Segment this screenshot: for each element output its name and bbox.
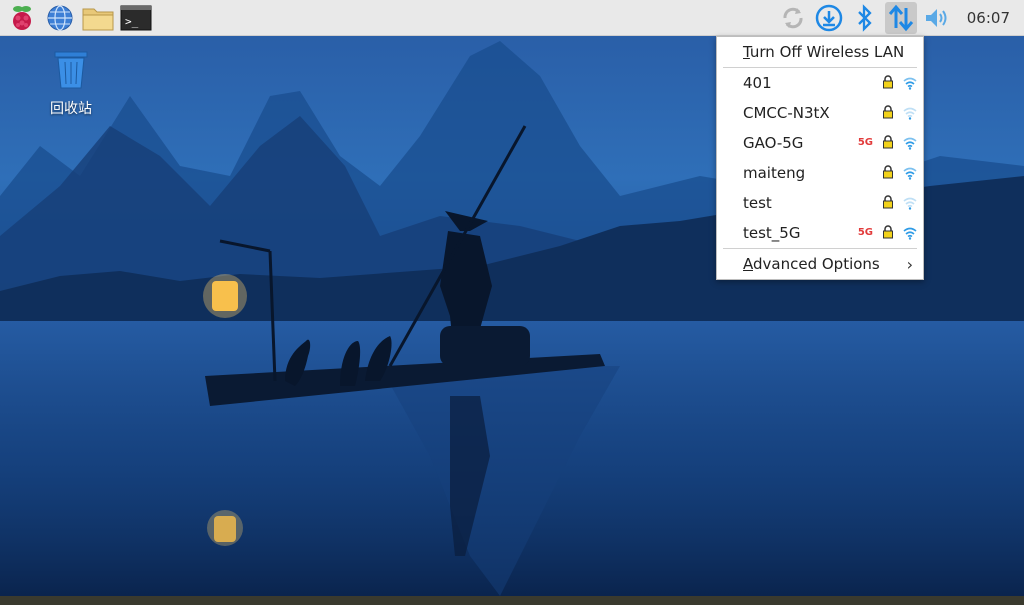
label-rest: urn Off Wireless LAN: [749, 43, 905, 61]
bluetooth-button[interactable]: [849, 2, 881, 34]
wifi-signal-icon: [903, 136, 917, 154]
file-manager-icon: [82, 8, 114, 31]
network-item[interactable]: maiteng: [717, 158, 923, 188]
network-button[interactable]: [884, 2, 917, 34]
network-ssid: test_5G: [743, 224, 801, 242]
turn-off-wireless-item[interactable]: Turn Off Wireless LAN: [717, 37, 923, 67]
updates-button[interactable]: [777, 2, 809, 34]
wifi-signal-icon: [903, 166, 917, 184]
file-manager-button[interactable]: [82, 2, 114, 34]
desktop-icon-label: 回收站: [50, 101, 92, 117]
svg-text:>_: >_: [125, 15, 139, 28]
advanced-options-label: Advanced Options: [743, 255, 880, 273]
launcher-bar: >_: [6, 2, 152, 34]
terminal-icon: >_: [120, 5, 152, 31]
network-ssid: 401: [743, 74, 772, 92]
network-item[interactable]: CMCC-N3tX: [717, 98, 923, 128]
volume-icon: [925, 9, 947, 27]
wifi-signal-icon: [903, 76, 917, 94]
network-ssid: CMCC-N3tX: [743, 104, 830, 122]
raspberry-menu-button[interactable]: [6, 2, 38, 34]
wifi-signal-icon: [903, 196, 917, 214]
network-item[interactable]: test: [717, 188, 923, 218]
mnemonic-letter: A: [743, 255, 753, 273]
lock-icon: [881, 105, 895, 123]
download-button[interactable]: [813, 2, 845, 34]
clock[interactable]: 06:07: [957, 9, 1018, 27]
network-icon: [888, 4, 913, 32]
web-browser-icon: [47, 5, 73, 31]
trash-icon: [54, 51, 88, 89]
updates-icon: [783, 7, 803, 29]
network-item[interactable]: test_5G 5G: [717, 218, 923, 248]
web-browser-button[interactable]: [44, 2, 76, 34]
wifi-menu: Turn Off Wireless LAN 401 CMCC-N3tX GAO-5G…: [716, 36, 924, 280]
network-list: 401 CMCC-N3tX GAO-5G 5G maiteng test test_5G 5G: [717, 68, 923, 248]
band-5g-badge: 5G: [857, 137, 873, 148]
network-ssid: maiteng: [743, 164, 806, 182]
label-rest: dvanced Options: [753, 255, 880, 273]
terminal-button[interactable]: >_: [120, 2, 152, 34]
network-ssid: test: [743, 194, 772, 212]
system-tray: 06:07: [777, 2, 1018, 34]
band-5g-badge: 5G: [857, 227, 873, 238]
advanced-options-item[interactable]: Advanced Options ›: [717, 249, 923, 279]
lock-icon: [881, 135, 895, 153]
volume-button[interactable]: [921, 2, 953, 34]
network-item[interactable]: 401: [717, 68, 923, 98]
download-icon: [815, 4, 843, 32]
mnemonic-letter: T: [743, 43, 750, 61]
turn-off-wireless-label: Turn Off Wireless LAN: [743, 43, 904, 61]
lock-icon: [881, 165, 895, 183]
network-ssid: GAO-5G: [743, 134, 804, 152]
taskbar: >_ 06:07: [0, 0, 1024, 36]
wifi-signal-icon: [903, 226, 917, 244]
network-item[interactable]: GAO-5G 5G: [717, 128, 923, 158]
bluetooth-icon: [857, 4, 872, 32]
raspberry-menu-icon: [13, 6, 31, 30]
lock-icon: [881, 225, 895, 243]
lock-icon: [881, 75, 895, 93]
desktop-trash[interactable]: 回收站: [42, 48, 100, 118]
wifi-signal-icon: [903, 106, 917, 124]
chevron-right-icon: ›: [906, 255, 913, 274]
lock-icon: [881, 195, 895, 213]
